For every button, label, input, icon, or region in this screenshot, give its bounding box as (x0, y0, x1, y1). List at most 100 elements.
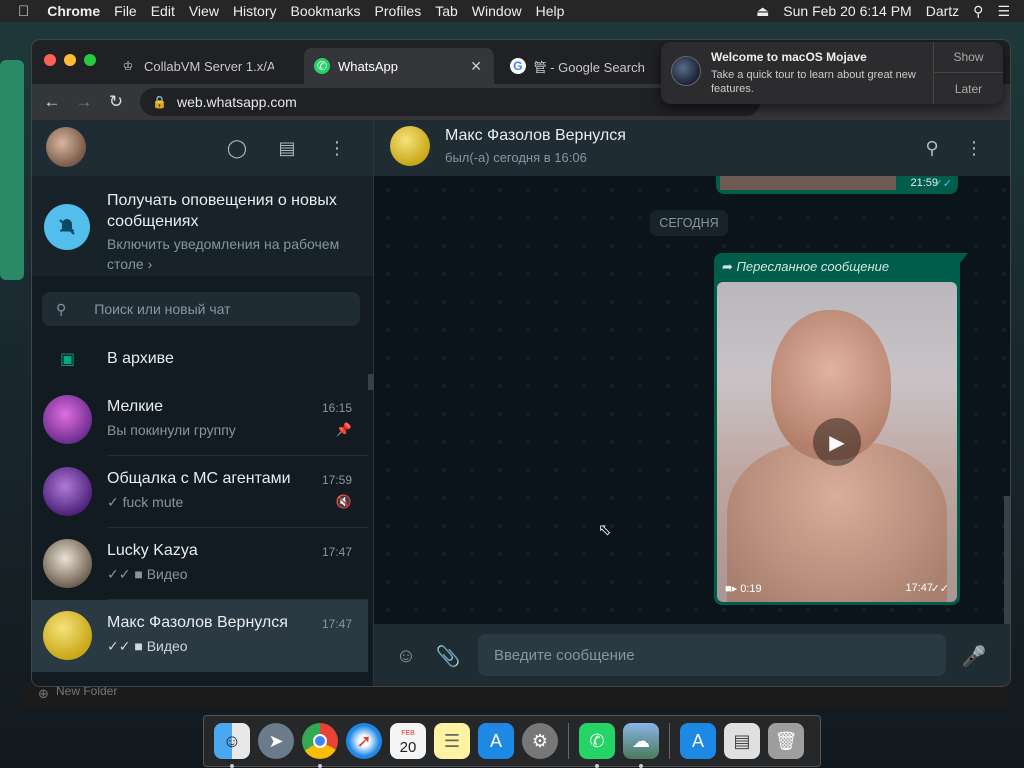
eject-icon[interactable]: ⏏ (756, 3, 769, 20)
message-input[interactable]: Введите сообщение (478, 634, 946, 676)
later-button[interactable]: Later (933, 73, 1003, 104)
chat-name: Макс Фазолов Вернулся (107, 614, 288, 631)
search-placeholder: Поиск или новый чат (94, 301, 231, 317)
compose-bar: ☺ 📎 Введите сообщение 🎤 (374, 624, 1010, 686)
menu-icon[interactable]: ⋮ (962, 136, 986, 160)
video-time: 17:47 (905, 582, 933, 594)
conversation-header[interactable]: Макс Фазолов Вернулся был(-а) сегодня в … (374, 120, 1010, 176)
whatsapp-icon[interactable]: ✆ (579, 723, 615, 768)
search-icon[interactable]: ⚲ (920, 136, 944, 160)
archived-label: В архиве (107, 350, 174, 367)
chat-item[interactable]: Мелкие 16:15 Вы покинули группу 📌 (32, 384, 368, 456)
tab-title: WhatsApp (338, 58, 398, 74)
running-indicator (595, 764, 599, 768)
video-camera-icon: ■▸ (725, 583, 738, 595)
app-store-icon[interactable]: A (478, 723, 514, 759)
message-placeholder: Введите сообщение (494, 646, 635, 664)
pin-icon: 📌 (335, 422, 352, 437)
emoji-icon[interactable]: ☺ (394, 644, 418, 668)
status-icon[interactable]: ◯ (225, 136, 249, 160)
menu-view[interactable]: View (189, 3, 219, 19)
zoom-window-button[interactable] (84, 54, 96, 66)
calendar-day: 20 (399, 739, 417, 756)
tab-google-search[interactable]: G 管 - Google Search (500, 48, 660, 84)
archived-chats[interactable]: ▣ В архиве (32, 334, 373, 384)
preview-icon[interactable]: ☁ (623, 723, 659, 768)
enable-notifications-link[interactable]: Включить уведомления на рабочем столе › (107, 234, 357, 274)
sidebar-header: ◯ ▤ ⋮ (32, 120, 373, 176)
message-image (720, 176, 896, 190)
menu-edit[interactable]: Edit (151, 3, 175, 19)
show-button[interactable]: Show (933, 42, 1003, 73)
chat-item[interactable]: Общалка с МС агентами 17:59 ✓ fuck mute … (32, 456, 368, 528)
notification-banner[interactable]: Получать оповещения о новых сообщениях В… (32, 176, 373, 276)
chat-time: 17:47 (321, 617, 352, 631)
bell-off-icon (44, 204, 90, 250)
tab-collabvm[interactable]: ♔ CollabVM Server 1.x/Ac (110, 48, 296, 84)
calendar-icon[interactable]: FEB 20 (390, 723, 426, 759)
minimize-window-button[interactable] (64, 54, 76, 66)
menu-help[interactable]: Help (536, 3, 565, 19)
search-icon: ⚲ (56, 300, 67, 317)
apple-menu-icon[interactable]:  (18, 3, 29, 20)
close-tab-icon[interactable]: ✕ (470, 58, 482, 75)
attach-icon[interactable]: 📎 (436, 644, 461, 668)
running-indicator (639, 764, 643, 768)
menu-icon[interactable]: ⋮ (325, 136, 349, 160)
close-window-button[interactable] (44, 54, 56, 66)
play-icon[interactable]: ▶ (813, 418, 861, 466)
tab-whatsapp[interactable]: ✆ WhatsApp ✕ (304, 48, 494, 84)
safari-icon[interactable]: ➚ (346, 723, 382, 759)
forward-icon[interactable]: → (72, 90, 96, 114)
lock-icon[interactable]: 🔒 (152, 95, 167, 109)
chrome-icon[interactable] (302, 723, 338, 768)
notes-icon[interactable]: ☰ (434, 723, 470, 759)
running-indicator (230, 764, 234, 768)
new-folder-label: New Folder (56, 684, 118, 698)
macos-notification[interactable]: Welcome to macOS Mojave Take a quick tou… (661, 42, 1003, 104)
microphone-icon[interactable]: 🎤 (962, 644, 987, 668)
contact-avatar[interactable] (390, 126, 430, 166)
chat-name: Мелкие (107, 398, 164, 415)
menu-profiles[interactable]: Profiles (375, 3, 422, 19)
back-icon[interactable]: ← (40, 90, 64, 114)
chat-item[interactable]: Lucky Kazya 17:47 ✓✓ ■ Видео (32, 528, 368, 600)
video-message[interactable]: ➦ Пересланное сообщение ▶ ■▸ 0:19 17:47 … (714, 253, 968, 605)
menu-file[interactable]: File (114, 3, 137, 19)
search-input[interactable]: ⚲ Поиск или новый чат (42, 292, 360, 326)
menu-clock[interactable]: Sun Feb 20 6:14 PM (783, 3, 911, 19)
chat-item-selected[interactable]: Макс Фазолов Вернулся 17:47 ✓✓ ■ Видео (32, 600, 368, 672)
notification-body: Take a quick tour to learn about great n… (711, 69, 916, 95)
video-thumbnail[interactable]: ▶ ■▸ 0:19 17:47 ✓✓ (717, 282, 957, 602)
my-avatar[interactable] (46, 127, 86, 167)
launchpad-icon[interactable]: ➤ (258, 723, 294, 759)
date-divider: СЕГОДНЯ (650, 210, 728, 236)
reload-icon[interactable]: ↻ (104, 90, 128, 114)
trash-icon[interactable]: 🗑 (768, 723, 804, 759)
dock-separator (669, 723, 670, 759)
mouse-cursor-icon: ⬁ (598, 522, 612, 539)
conversation-panel: Макс Фазолов Вернулся был(-а) сегодня в … (374, 120, 1010, 686)
chat-time: 17:59 (321, 473, 352, 487)
menu-app-name[interactable]: Chrome (47, 3, 100, 19)
menu-user[interactable]: Dartz (926, 3, 959, 19)
previous-message[interactable]: 21:59 ✓✓ (716, 176, 958, 194)
forwarded-text: Пересланное сообщение (736, 259, 890, 274)
chat-scrollbar[interactable] (1004, 496, 1010, 624)
downloads-folder-icon[interactable]: A (680, 723, 716, 759)
plus-icon: ⊕ (38, 686, 49, 701)
notification-center-icon[interactable]: ☰ (997, 3, 1010, 20)
chat-preview: ✓✓ ■ Видео (107, 638, 188, 654)
system-preferences-icon[interactable]: ⚙ (522, 723, 558, 759)
new-chat-icon[interactable]: ▤ (275, 136, 299, 160)
menu-tab[interactable]: Tab (435, 3, 458, 19)
menu-window[interactable]: Window (472, 3, 522, 19)
spotlight-icon[interactable]: ⚲ (973, 3, 983, 20)
chat-preview: Вы покинули группу (107, 422, 236, 438)
finder-icon[interactable]: ☺ (214, 723, 250, 768)
menu-bookmarks[interactable]: Bookmarks (291, 3, 361, 19)
menu-history[interactable]: History (233, 3, 277, 19)
forwarded-label: ➦ Пересланное сообщение (722, 259, 890, 274)
documents-icon[interactable]: ▤ (724, 723, 760, 759)
browser-window: ♔ CollabVM Server 1.x/Ac ✆ WhatsApp ✕ G … (32, 40, 1010, 686)
